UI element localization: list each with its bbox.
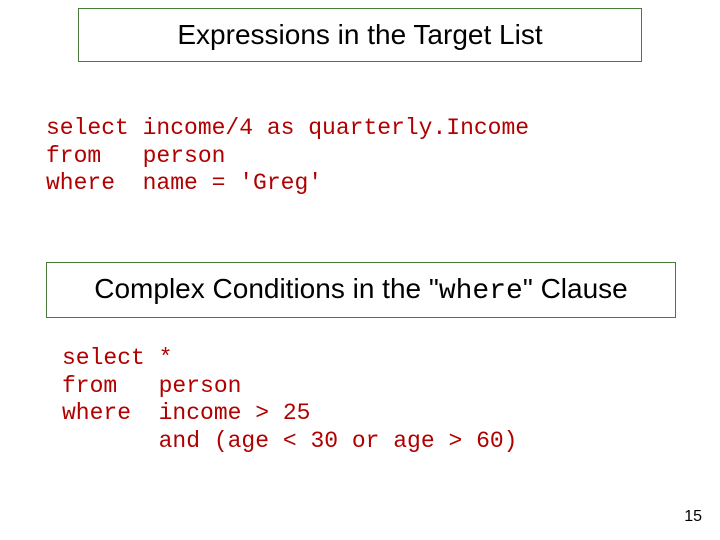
sql-code-target-list: select income/4 as quarterly.Income from… — [46, 115, 529, 198]
heading-target-list-text: Expressions in the Target List — [177, 19, 542, 50]
slide: Expressions in the Target List select in… — [0, 0, 720, 540]
heading-where-pre: Complex Conditions in the " — [94, 273, 439, 304]
sql-code-where-clause: select * from person where income > 25 a… — [62, 345, 517, 455]
heading-target-list: Expressions in the Target List — [78, 8, 642, 62]
heading-where-mono: where — [439, 276, 523, 307]
heading-where-post: " Clause — [523, 273, 628, 304]
heading-where-clause: Complex Conditions in the "where" Clause — [46, 262, 676, 318]
page-number: 15 — [684, 508, 702, 526]
